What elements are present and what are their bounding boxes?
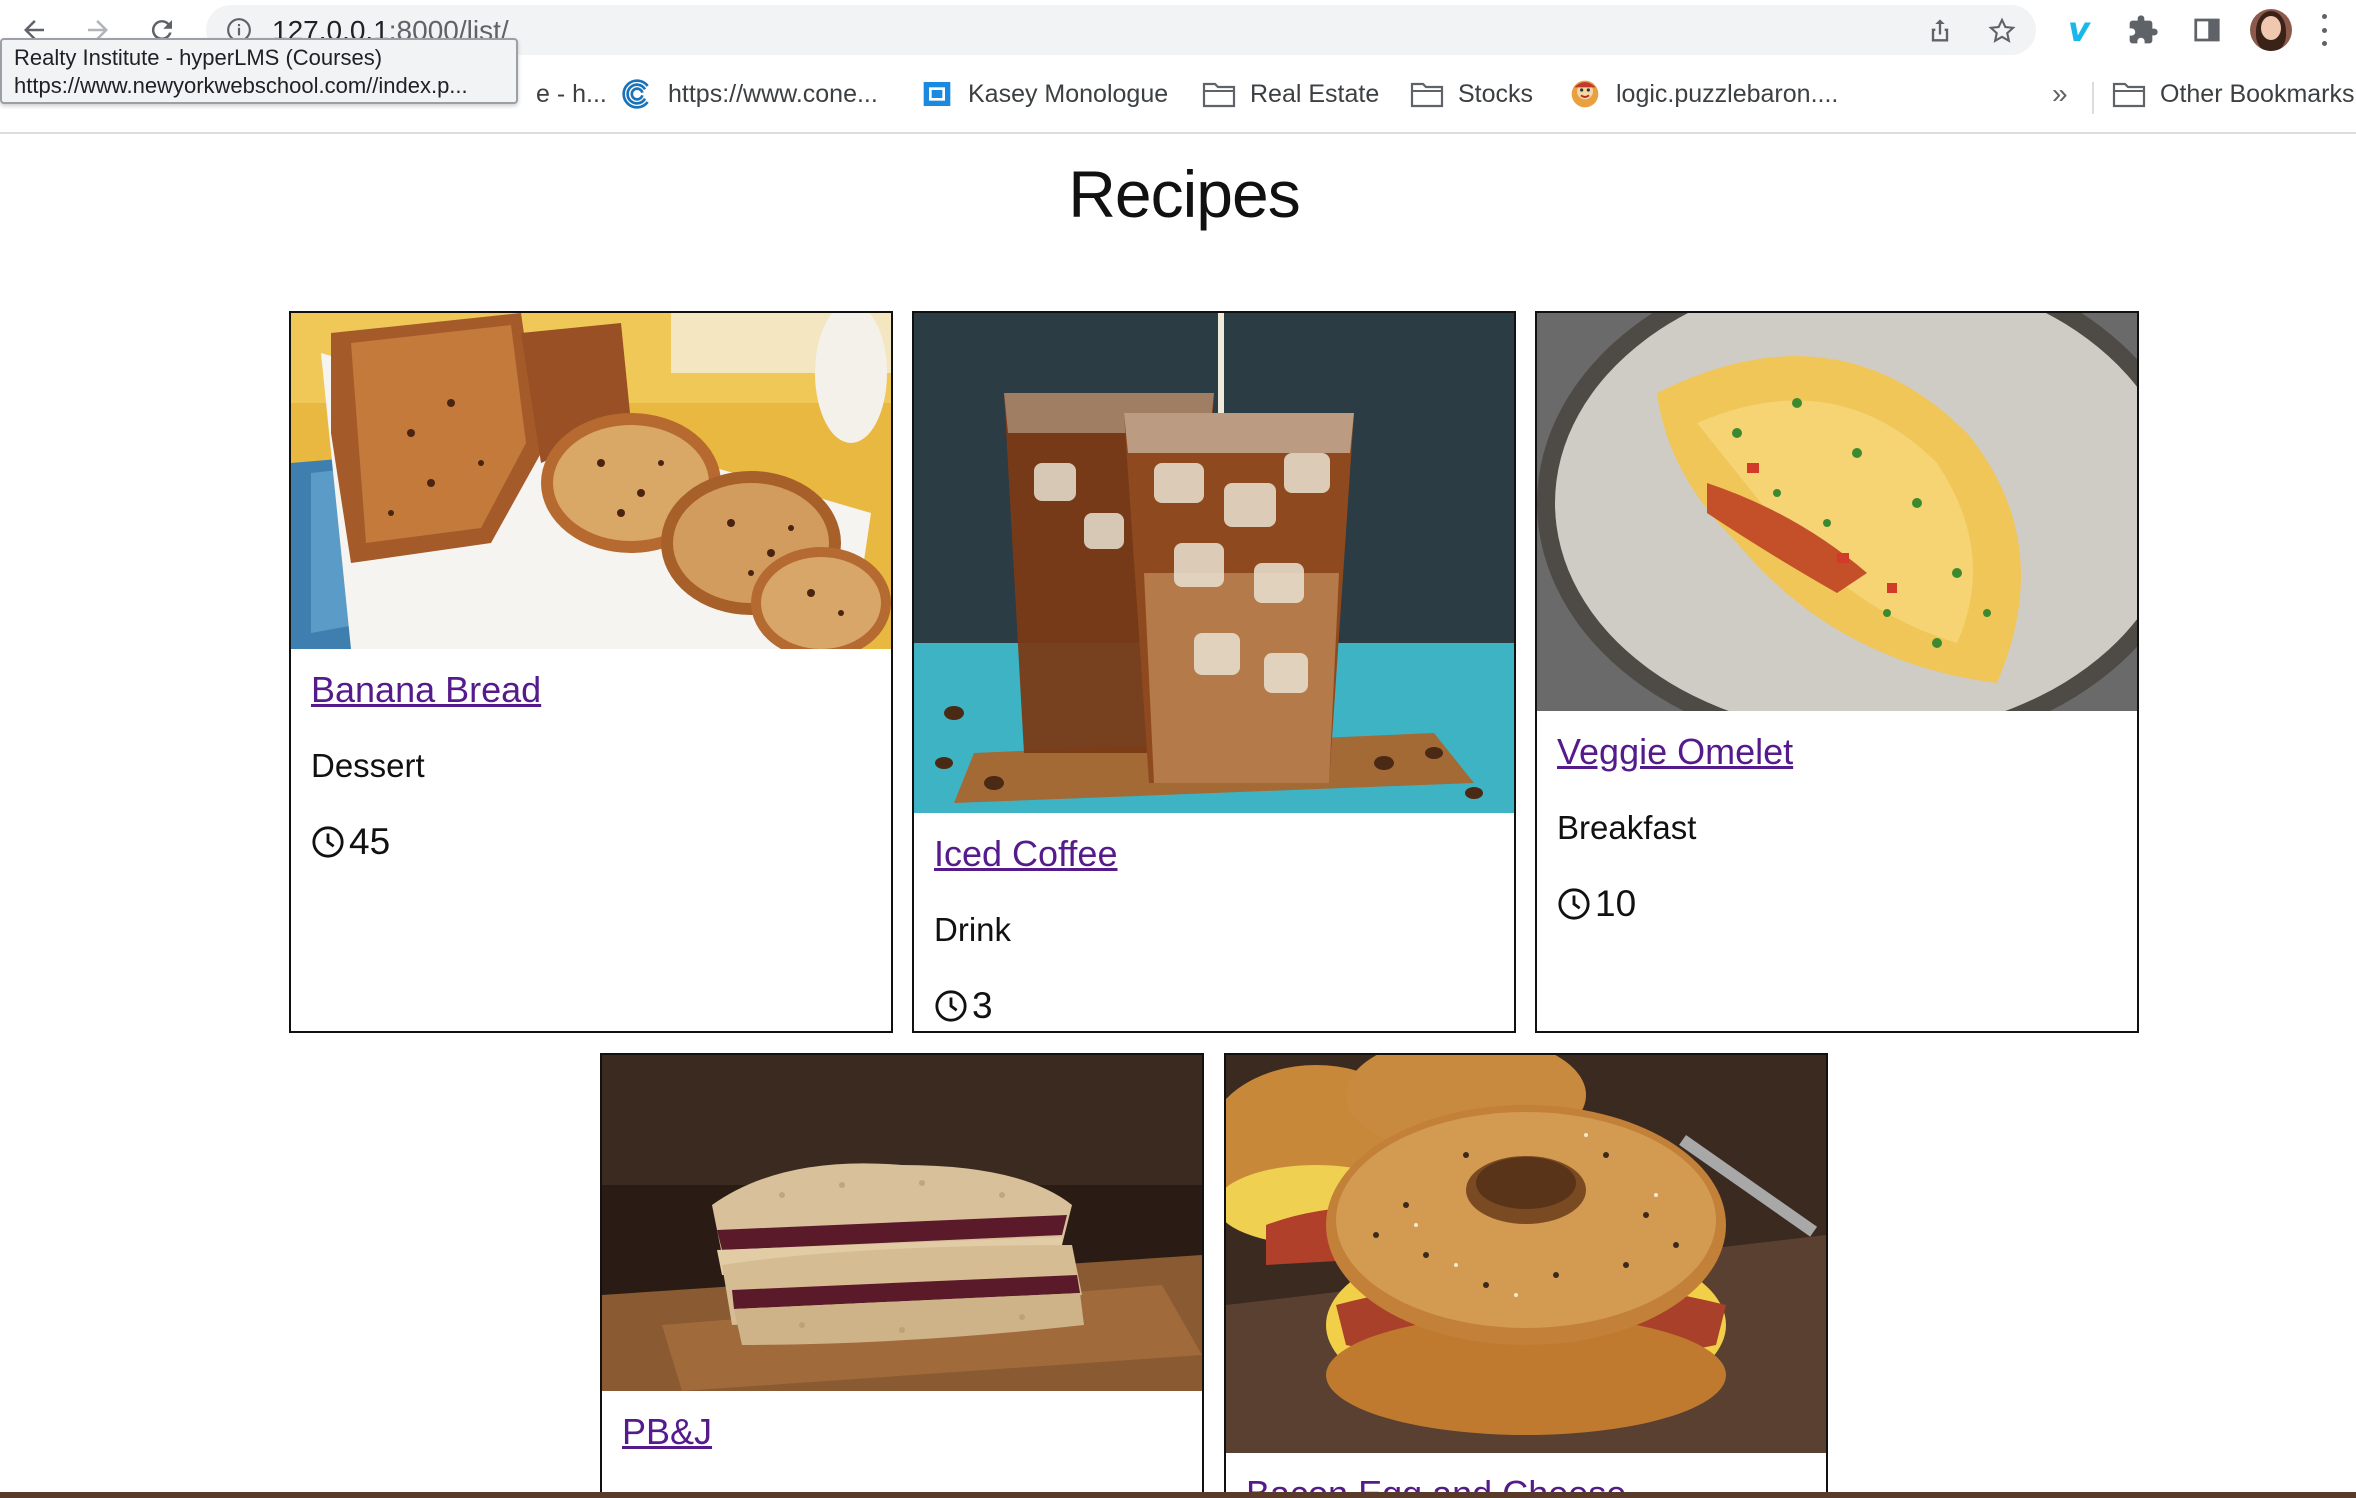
clock-icon xyxy=(312,826,344,858)
bookmark-item-partial[interactable]: e - h... xyxy=(536,74,607,114)
recipe-category: Dessert xyxy=(311,747,425,784)
recipe-card: Banana Bread Dessert 45 xyxy=(289,311,893,1033)
bagel-sandwich-photo xyxy=(1226,1055,1826,1453)
extensions-puzzle-icon[interactable] xyxy=(2124,11,2162,49)
tooltip-title: Realty Institute - hyperLMS (Courses) xyxy=(14,45,383,70)
recipe-title-link[interactable]: Banana Bread xyxy=(311,669,541,711)
video-icon xyxy=(923,82,951,106)
recipe-time-value: 45 xyxy=(349,821,391,862)
bookmark-label: Stocks xyxy=(1458,79,1534,108)
tooltip-url: https://www.newyorkwebschool.com//index.… xyxy=(14,73,468,98)
bookmark-label: Other Bookmarks xyxy=(2160,79,2355,108)
recipe-time-value: 10 xyxy=(1595,883,1637,924)
vimeo-extension-icon[interactable]: v xyxy=(2060,11,2098,49)
folder-icon xyxy=(1202,82,1236,108)
clock-icon xyxy=(935,990,967,1022)
bookmark-star-icon[interactable] xyxy=(1988,17,2016,45)
conedison-icon xyxy=(622,79,649,109)
bookmark-item-puzzlebaron[interactable]: logic.puzzlebaron.... xyxy=(1568,74,1838,114)
share-icon[interactable] xyxy=(1926,17,1954,45)
recipe-title-link[interactable]: Veggie Omelet xyxy=(1557,731,1793,773)
folder-icon xyxy=(2112,82,2146,108)
bookmark-item-conedison[interactable]: https://www.cone... xyxy=(620,74,878,114)
recipe-card: Bacon Egg and Cheese xyxy=(1224,1053,1828,1498)
profile-avatar[interactable] xyxy=(2250,9,2292,51)
recipe-time-value: 3 xyxy=(972,985,993,1026)
recipe-time: 3 xyxy=(934,985,993,1027)
banana-bread-photo xyxy=(291,313,891,649)
bookmarks-separator xyxy=(2092,82,2094,114)
bookmark-label: e - h... xyxy=(536,79,607,108)
puzzle-site-icon xyxy=(1571,80,1599,108)
recipe-card: Veggie Omelet Breakfast 10 xyxy=(1535,311,2139,1033)
link-tooltip: Realty Institute - hyperLMS (Courses) ht… xyxy=(0,38,518,104)
recipe-time: 10 xyxy=(1557,883,1636,925)
bookmark-label: Kasey Monologue xyxy=(968,79,1169,108)
omelet-photo xyxy=(1537,313,2137,711)
recipe-title-link[interactable]: PB&J xyxy=(622,1411,712,1453)
bookmarks-overflow-button[interactable]: » xyxy=(2052,78,2068,110)
bookmark-folder-stocks[interactable]: Stocks xyxy=(1410,74,1533,114)
recipe-time: 45 xyxy=(311,821,390,863)
recipe-title-link[interactable]: Iced Coffee xyxy=(934,833,1117,875)
recipe-card: PB&J xyxy=(600,1053,1204,1498)
recipe-category: Breakfast xyxy=(1557,809,1697,846)
bookmark-item-kasey-monologue[interactable]: Kasey Monologue xyxy=(920,74,1168,114)
folder-icon xyxy=(1410,82,1444,108)
page-content: Recipes Banana Bread Dessert 45 Iced Cof… xyxy=(0,134,2356,1498)
iced-coffee-photo xyxy=(914,313,1514,813)
bookmark-label: logic.puzzlebaron.... xyxy=(1616,79,1839,108)
recipe-category: Drink xyxy=(934,911,1012,948)
bookmark-folder-real-estate[interactable]: Real Estate xyxy=(1202,74,1379,114)
bookmark-label: Real Estate xyxy=(1250,79,1380,108)
window-bottom-edge xyxy=(0,1492,2356,1498)
page-title: Recipes xyxy=(1068,157,1300,231)
recipe-card: Iced Coffee Drink 3 xyxy=(912,311,1516,1033)
bookmark-label: https://www.cone... xyxy=(668,79,878,108)
side-panel-icon[interactable] xyxy=(2188,11,2226,49)
pbj-photo xyxy=(602,1055,1202,1391)
bookmark-folder-other[interactable]: Other Bookmarks xyxy=(2112,74,2355,114)
browser-menu-icon[interactable] xyxy=(2318,14,2330,46)
clock-icon xyxy=(1558,888,1590,920)
